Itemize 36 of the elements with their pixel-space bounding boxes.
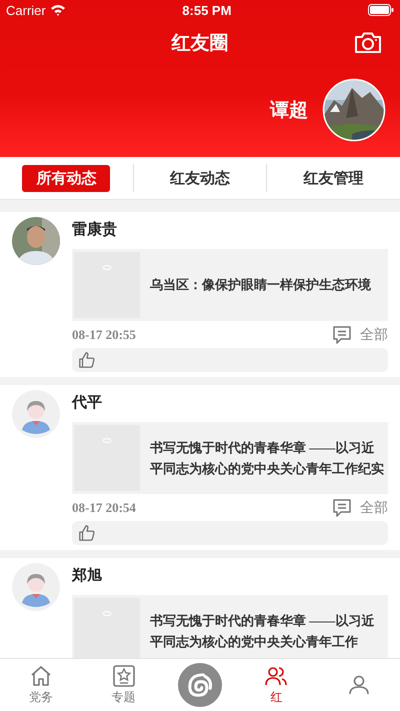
nav-tab[interactable]: 党务 — [13, 663, 70, 707]
carrier-text: Carrier — [6, 2, 46, 18]
comment-icon[interactable] — [332, 498, 352, 518]
nav-tab[interactable]: 红 — [248, 663, 304, 707]
thumbs-up-icon[interactable] — [78, 524, 96, 542]
article-card[interactable]: 书写无愧于时代的青春华章 ——以习近平同志为核心的党中央关心青年工作纪实 — [72, 422, 388, 494]
author-name: 郑旭 — [72, 566, 103, 585]
author-name: 雷康贵 — [72, 220, 118, 239]
avatar-icon — [12, 390, 60, 438]
article-card[interactable]: 乌当区：像保护眼睛一样保护生态环境 — [72, 249, 388, 321]
article-card[interactable]: 书写无愧于时代的青春华章 ——以习近平同志为核心的党中央关心青年工作 — [72, 595, 388, 658]
person-icon — [346, 673, 371, 697]
all-link[interactable]: 全部 — [360, 499, 388, 517]
camera-icon[interactable] — [354, 30, 382, 54]
article-headline: 乌当区：像保护眼睛一样保护生态环境 — [150, 276, 371, 294]
people-icon — [264, 664, 288, 688]
author-name: 代平 — [72, 394, 103, 412]
all-link[interactable]: 全部 — [360, 326, 388, 344]
center-button[interactable] — [178, 663, 222, 707]
thumbs-up-icon[interactable] — [78, 351, 96, 369]
nav-tab[interactable]: 专题 — [96, 663, 152, 707]
tab[interactable]: 所有动态 — [22, 164, 110, 192]
avatar-icon — [12, 563, 60, 611]
comment-icon[interactable] — [332, 325, 352, 345]
article-headline: 书写无愧于时代的青春华章 ——以习近平同志为核心的党中央关心青年工作纪实 — [150, 438, 385, 478]
article-headline: 书写无愧于时代的青春华章 ——以习近平同志为核心的党中央关心青年工作 — [150, 612, 376, 651]
battery-icon — [368, 4, 394, 16]
post-time: 08-17 20:55 — [72, 327, 137, 343]
post-time: 08-17 20:54 — [72, 500, 137, 516]
tab[interactable]: 红友管理 — [290, 164, 378, 192]
wifi-icon — [50, 4, 66, 16]
home-icon — [29, 664, 54, 688]
page-title: 红友圈 — [172, 32, 228, 56]
clock-text: 8:55 PM — [181, 2, 232, 18]
tab[interactable]: 红友动态 — [156, 164, 244, 192]
user-name: 谭超 — [270, 99, 308, 123]
